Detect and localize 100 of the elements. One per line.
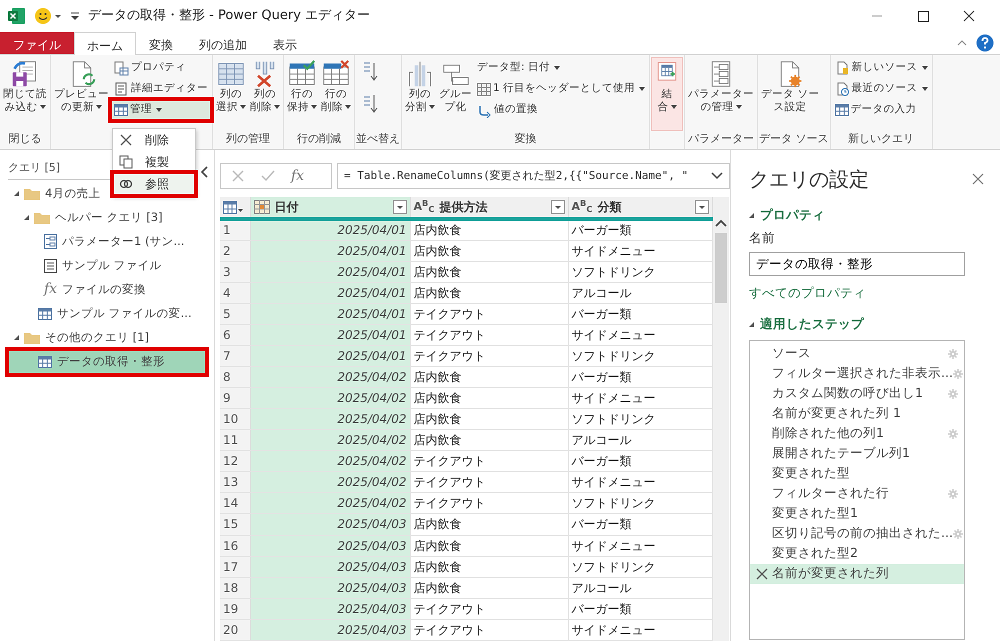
table-cell: サイドメニュー [568, 472, 712, 493]
delete-icon [119, 133, 133, 147]
ribbon-button[interactable]: 閉じて読 み込む [1, 57, 49, 131]
maximize-icon[interactable] [915, 8, 931, 24]
column-header[interactable]: A$^{B}$$_{C}$ 分類 [568, 197, 712, 220]
ribbon-button[interactable]: 新しいソース [832, 58, 931, 78]
step-item[interactable]: 名前が変更された列 1 [750, 404, 964, 424]
expand-icon[interactable] [24, 215, 29, 220]
ribbon-button[interactable]: グルー プ化 [437, 57, 474, 131]
caret-icon [240, 105, 246, 110]
menu-item[interactable]: 削除 [113, 129, 195, 151]
help-icon[interactable] [976, 34, 994, 52]
name-field[interactable]: データの取得・整形 [749, 252, 965, 276]
ribbon-button[interactable]: データ型: 日付 [474, 58, 648, 78]
query-item[interactable]: その他のクエリ [1] [8, 326, 149, 350]
table-cell: サイドメニュー [568, 240, 712, 262]
group-label: 新しいクエリ [847, 131, 916, 147]
table-cell: 2025/04/03 [250, 577, 410, 598]
step-item[interactable]: カスタム関数の呼び出し1 [750, 384, 964, 404]
menu-item[interactable]: 複製 [113, 151, 195, 173]
step-item[interactable]: 変更された型1 [750, 504, 964, 524]
table-cell: サイドメニュー [568, 324, 712, 346]
table-menu-icon[interactable] [223, 200, 243, 214]
ribbon-button[interactable]: 行の 削除 [319, 57, 353, 131]
step-item[interactable]: 削除された他の列1 [750, 424, 964, 444]
group-label: 並べ替え [356, 131, 400, 147]
step-item[interactable]: フィルター選択された非表示... [750, 364, 964, 384]
calendar-icon [477, 82, 491, 96]
smiley-icon[interactable] [34, 7, 62, 25]
ribbon-button[interactable]: 結 合 [651, 57, 684, 131]
ribbon-tab[interactable]: 列の追加 [186, 32, 260, 54]
collapse-pane-icon[interactable] [200, 166, 208, 178]
ribbon-button[interactable]: 1 行目をヘッダーとして使用 [474, 79, 648, 99]
formula-field[interactable]: = Table.RenameColumns(変更された型2,{{"Source.Name", " [337, 163, 730, 189]
ribbon-button[interactable]: 列の 削除 [248, 57, 282, 131]
delete-step-icon[interactable] [756, 568, 768, 580]
row-number: 11 [220, 430, 250, 451]
step-item[interactable]: フィルターされた行 [750, 484, 964, 504]
step-item[interactable]: 変更された型 [750, 464, 964, 484]
scroll-up-icon[interactable] [714, 219, 726, 227]
query-item[interactable]: サンプル ファイル [8, 254, 162, 278]
ribbon-tab[interactable]: ホーム [74, 32, 136, 55]
filter-dropdown-icon[interactable] [550, 200, 564, 214]
sort-ascending-icon[interactable] [362, 61, 378, 83]
expand-icon[interactable] [14, 335, 19, 340]
step-item[interactable]: 名前が変更された列 [750, 564, 964, 584]
ribbon-button[interactable]: 列の 分割 [403, 57, 437, 131]
remove-rows-icon [322, 60, 350, 88]
caret-icon [670, 105, 677, 110]
ribbon-button[interactable]: 詳細エディター [111, 79, 211, 99]
query-item[interactable]: ヘルパー クエリ [3] [8, 206, 163, 230]
query-item[interactable]: fx ファイルの変換 [8, 278, 146, 302]
close-icon[interactable] [961, 8, 977, 24]
ribbon-tab[interactable]: 表示 [260, 32, 310, 54]
ribbon-button[interactable]: データ ソー ス設定 [759, 57, 822, 131]
step-item[interactable]: 展開されたテーブル列1 [750, 444, 964, 464]
ribbon-tab[interactable]: 変換 [136, 32, 186, 54]
ribbon-button[interactable]: 行の 保持 [285, 57, 319, 131]
query-item[interactable]: データの取得・整形 [8, 350, 206, 374]
caret-icon [96, 105, 102, 110]
keep-rows-icon [288, 60, 316, 88]
ribbon-button[interactable]: 列の 選択 [214, 57, 248, 131]
row-number: 6 [220, 324, 250, 346]
table-cell: 2025/04/03 [250, 535, 410, 556]
ribbon-button[interactable]: パラメーター の管理 [686, 57, 756, 131]
recent-source-icon [834, 82, 850, 96]
sort-descending-icon[interactable] [362, 93, 378, 115]
table-cell: 店内飲食 [410, 366, 568, 388]
all-properties-link[interactable]: すべてのプロパティ [749, 284, 866, 303]
table-cell: 2025/04/01 [250, 240, 410, 262]
menu-item[interactable]: 参照 [113, 173, 195, 195]
ribbon-button[interactable]: 管理 [111, 100, 211, 120]
table-cell: 2025/04/03 [250, 514, 410, 535]
filter-dropdown-icon[interactable] [694, 200, 708, 214]
row-number: 1 [220, 219, 250, 240]
row-number: 19 [220, 598, 250, 620]
query-item[interactable]: 4月の売上 [8, 182, 100, 206]
row-number: 9 [220, 388, 250, 409]
column-header[interactable]: A$^{B}$$_{C}$ 提供方法 [410, 197, 568, 220]
column-header[interactable]: 日付 [250, 197, 410, 220]
ribbon-button[interactable]: 値の置換 [474, 100, 648, 120]
filter-dropdown-icon[interactable] [392, 200, 406, 214]
scroll-thumb[interactable] [714, 233, 726, 303]
expand-formula-icon[interactable] [711, 171, 723, 181]
step-item[interactable]: 区切り記号の前の抽出された... [750, 524, 964, 544]
file-tab[interactable]: ファイル [0, 32, 74, 54]
folder-icon [24, 187, 40, 200]
ribbon-button[interactable]: プロパティ [111, 58, 211, 78]
caret-icon [429, 105, 435, 110]
collapse-icon[interactable] [749, 322, 754, 327]
expand-icon[interactable] [14, 191, 19, 196]
step-item[interactable]: ソース [750, 344, 964, 364]
step-item[interactable]: 変更された型2 [750, 544, 964, 564]
query-item[interactable]: サンプル ファイルの変... [8, 302, 192, 326]
ribbon-button[interactable]: データの入力 [832, 100, 931, 120]
collapse-icon[interactable] [749, 212, 754, 218]
ribbon-button[interactable]: 最近のソース [832, 79, 931, 99]
query-item[interactable]: パラメーター1 (サン... [8, 230, 184, 254]
fx-button[interactable]: fx [291, 166, 304, 186]
section-heading: プロパティ [760, 206, 825, 224]
